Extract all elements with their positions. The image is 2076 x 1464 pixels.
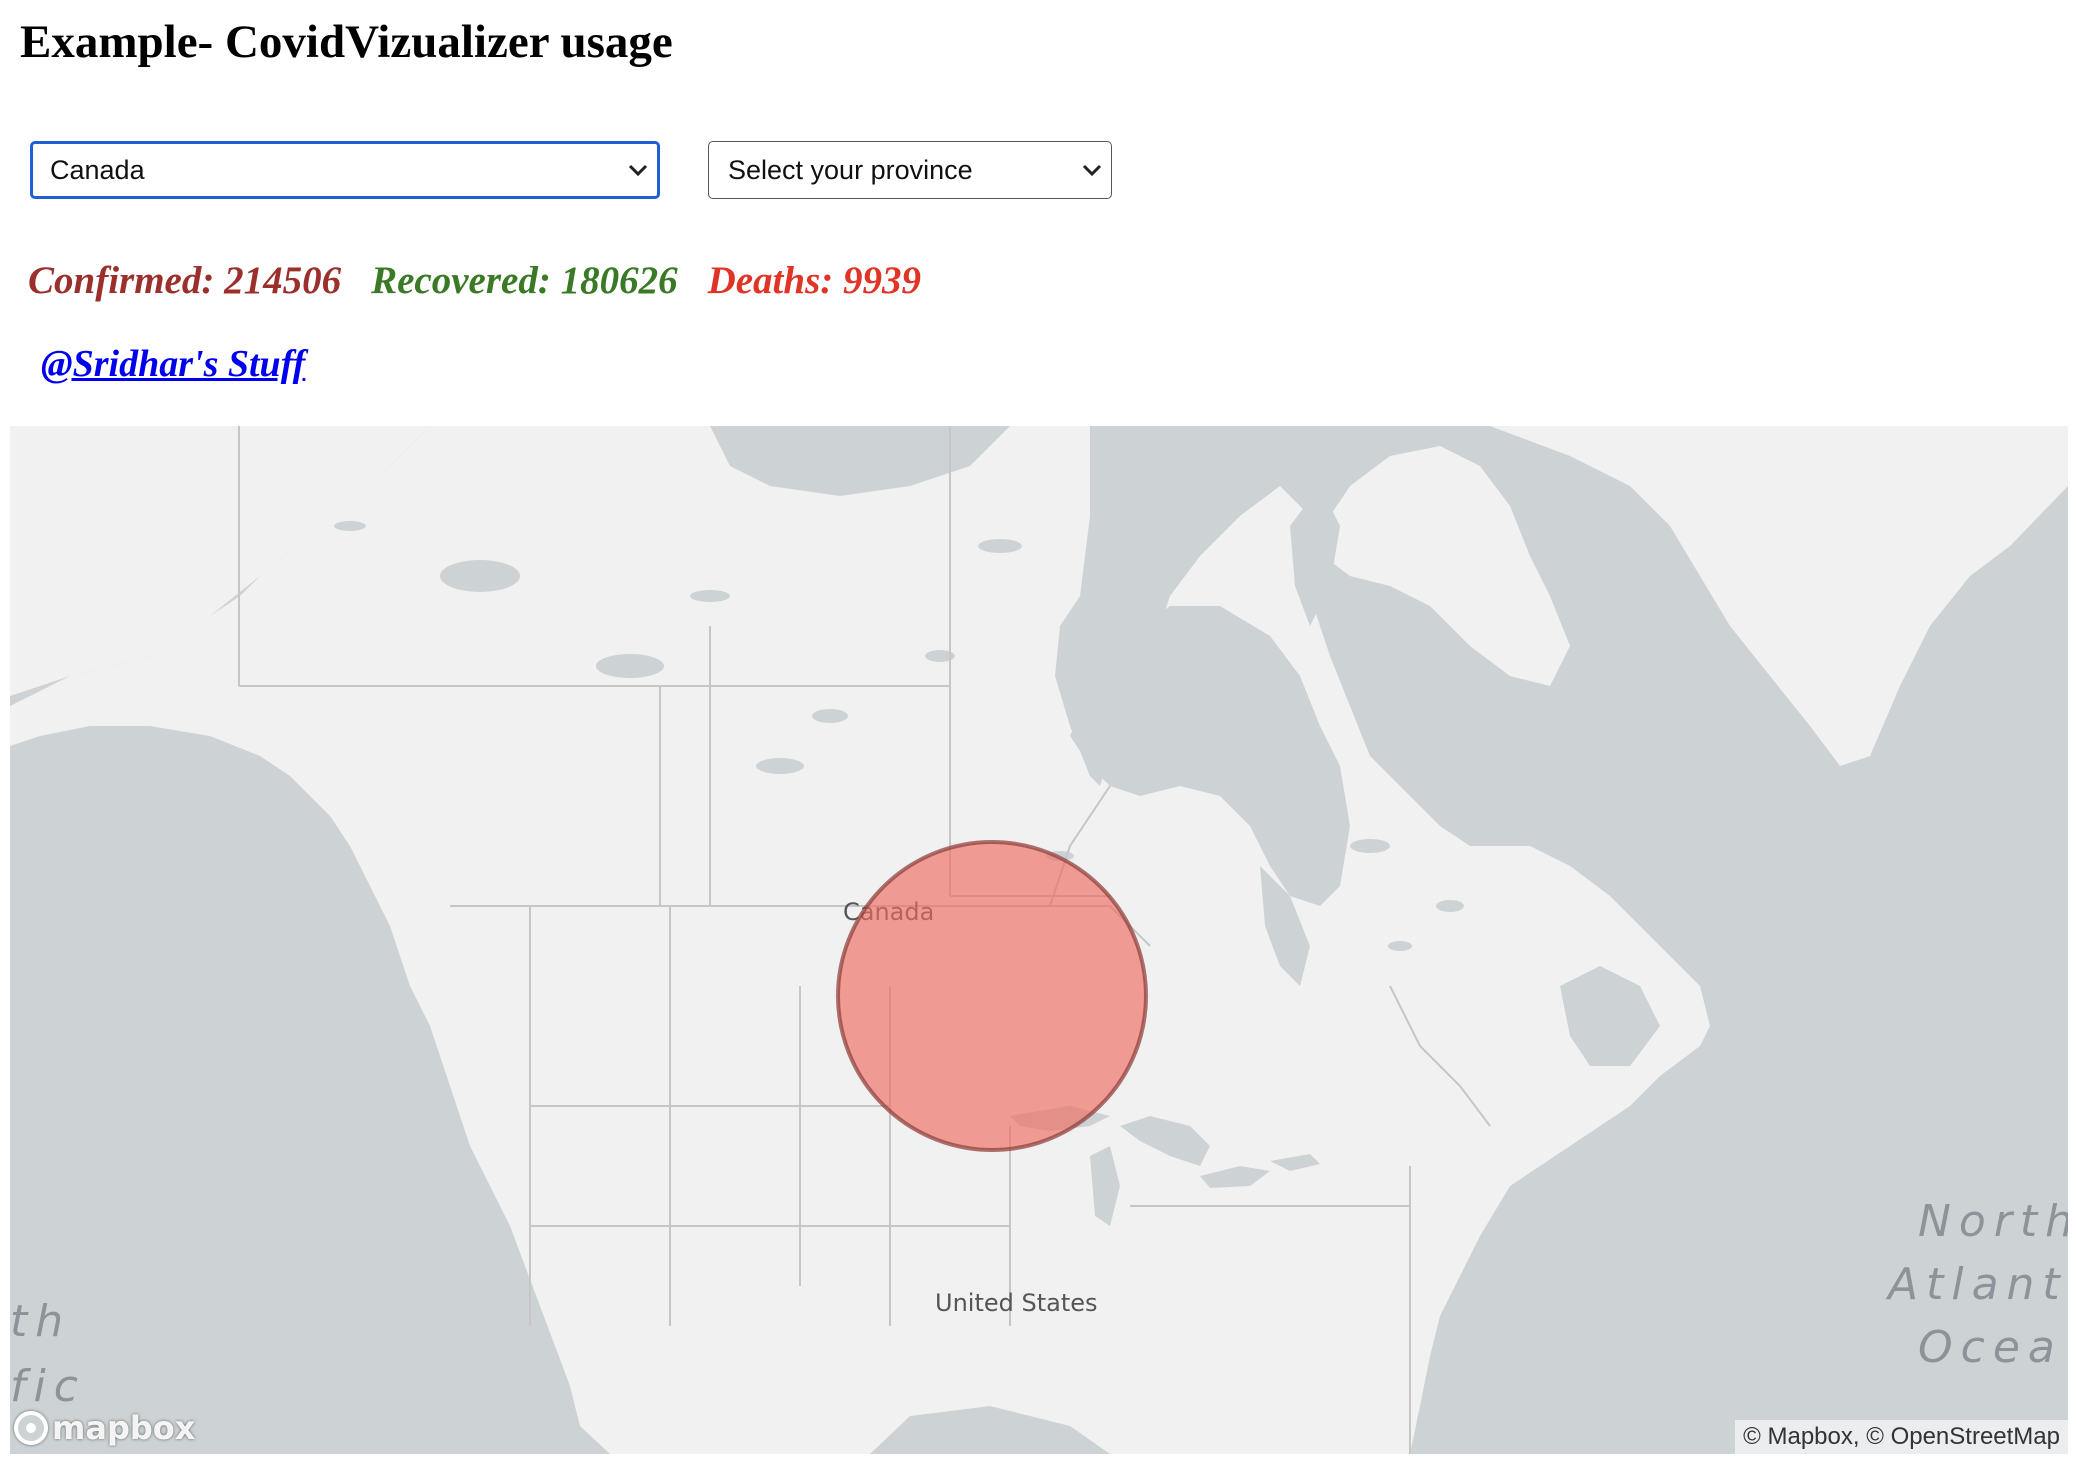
map[interactable]: th fic North Atlant Ocea Canada United S… [10, 426, 2068, 1454]
mapbox-logo-icon [14, 1411, 48, 1445]
case-marker-circle[interactable] [836, 840, 1148, 1152]
recovered-count: Recovered: 180626 [371, 258, 678, 302]
united-states-label: United States [935, 1289, 1098, 1317]
covid-stats: Confirmed: 214506 Recovered: 180626 Deat… [28, 250, 951, 310]
map-attribution[interactable]: © Mapbox, © OpenStreetMap [1735, 1420, 2068, 1454]
province-select[interactable]: Select your province [708, 141, 1112, 199]
chevron-down-icon [619, 144, 657, 196]
page-title: Example- CovidVizualizer usage [20, 16, 673, 68]
pacific-label-line2: fic [10, 1361, 86, 1412]
confirmed-count: Confirmed: 214506 [28, 258, 342, 302]
pacific-label-line1: th [10, 1296, 71, 1347]
chevron-down-icon [1073, 142, 1111, 198]
sridhar-stuff-link[interactable]: @Sridhar's Stuff [41, 342, 305, 386]
country-select[interactable]: Canada [30, 141, 660, 199]
atlantic-label-line3: Ocea [1918, 1322, 2063, 1373]
deaths-count: Deaths: 9939 [707, 258, 921, 302]
atlantic-label-line2: Atlant [1885, 1259, 2068, 1310]
atlantic-label-line1: North [1918, 1196, 2068, 1247]
country-select-value: Canada [50, 154, 145, 185]
mapbox-logo[interactable]: mapbox [14, 1406, 195, 1450]
province-select-value: Select your province [728, 154, 973, 185]
mapbox-logo-text: mapbox [52, 1409, 196, 1447]
map-canvas: th fic North Atlant Ocea Canada United S… [10, 426, 2068, 1454]
